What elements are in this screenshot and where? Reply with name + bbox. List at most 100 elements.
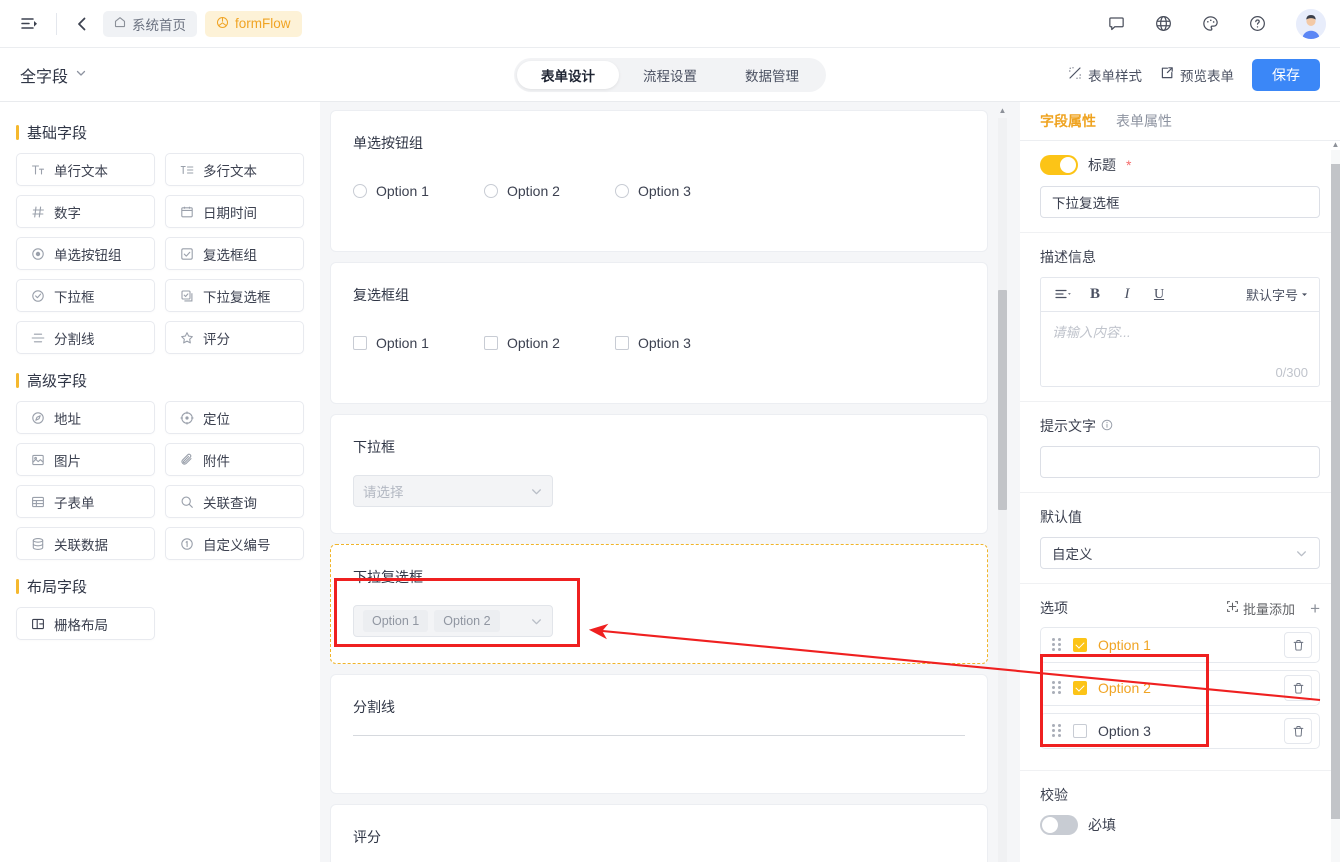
select-input[interactable]: 请选择 <box>353 475 553 507</box>
properties-scroll-track[interactable] <box>1331 150 1340 862</box>
option-row[interactable]: Option 3 <box>1040 713 1320 749</box>
radio-option[interactable]: Option 1 <box>353 183 484 199</box>
options-header: 选项 批量添加 + <box>1040 598 1320 618</box>
tab-form-design[interactable]: 表单设计 <box>517 60 619 89</box>
radio-option[interactable]: Option 2 <box>484 183 615 199</box>
option-checkbox[interactable] <box>1073 638 1087 652</box>
palette-item-label: 复选框组 <box>203 247 257 263</box>
properties-scrollbar[interactable]: ▲ <box>1331 140 1340 862</box>
canvas-scrollbar[interactable]: ▲ <box>998 106 1007 862</box>
option-row[interactable]: Option 1 <box>1040 627 1320 663</box>
drag-handle-icon[interactable] <box>1052 724 1061 738</box>
widget-radio-group[interactable]: 单选按钮组 Option 1 Option 2 Option 3 <box>330 110 988 252</box>
delete-option-button[interactable] <box>1284 632 1312 658</box>
description-textarea[interactable]: 请输入内容... 0/300 <box>1041 312 1319 386</box>
radio-option[interactable]: Option 3 <box>615 183 746 199</box>
back-button[interactable] <box>69 11 95 37</box>
widget-checkbox-group[interactable]: 复选框组 Option 1 Option 2 Option 3 <box>330 262 988 404</box>
palette-item-relation-data[interactable]: 关联数据 <box>16 527 155 560</box>
checkbox-option[interactable]: Option 1 <box>353 335 484 351</box>
tab-field-properties[interactable]: 字段属性 <box>1040 111 1096 131</box>
drag-handle-icon[interactable] <box>1052 638 1061 652</box>
batch-add-button[interactable]: 批量添加 <box>1226 599 1295 618</box>
bold-button[interactable]: B <box>1079 281 1111 309</box>
designer-body: 基础字段 单行文本 多行文本 数字 日期时间 单选按钮组 复选框组 下拉框 下拉… <box>0 102 1340 862</box>
message-icon[interactable] <box>1101 9 1131 39</box>
palette-item-image[interactable]: 图片 <box>16 443 155 476</box>
palette-item-location[interactable]: 定位 <box>165 401 304 434</box>
palette-icon[interactable] <box>1195 9 1225 39</box>
widget-label: 评分 <box>353 829 381 845</box>
required-toggle[interactable] <box>1040 815 1078 835</box>
palette-item-single-line-text[interactable]: 单行文本 <box>16 153 155 186</box>
widget-divider[interactable]: 分割线 <box>330 674 988 794</box>
palette-item-custom-serial[interactable]: 自定义编号 <box>165 527 304 560</box>
form-style-button[interactable]: 表单样式 <box>1068 65 1142 85</box>
palette-item-checkbox-group[interactable]: 复选框组 <box>165 237 304 270</box>
canvas-scroll-track[interactable] <box>998 118 1007 862</box>
title-input[interactable] <box>1040 186 1320 218</box>
properties-scroll-thumb[interactable] <box>1331 164 1340 819</box>
align-icon[interactable] <box>1047 281 1079 309</box>
palette-item-multiselect[interactable]: 下拉复选框 <box>165 279 304 312</box>
scroll-up-arrow-icon[interactable]: ▲ <box>1331 140 1340 150</box>
option-checkbox[interactable] <box>1073 681 1087 695</box>
title-section: 标题 * <box>1020 140 1340 232</box>
hint-label-row: 提示文字 <box>1040 416 1320 436</box>
multiselect-input[interactable]: Option 1 Option 2 <box>353 605 553 637</box>
tab-data-management[interactable]: 数据管理 <box>721 61 823 89</box>
palette-item-label: 下拉框 <box>54 289 95 305</box>
delete-option-button[interactable] <box>1284 718 1312 744</box>
help-icon[interactable] <box>1242 9 1272 39</box>
toolbar-divider <box>56 12 57 35</box>
checkbox-option[interactable]: Option 3 <box>615 335 746 351</box>
user-avatar[interactable] <box>1296 8 1326 39</box>
palette-item-attachment[interactable]: 附件 <box>165 443 304 476</box>
palette-item-rate[interactable]: 评分 <box>165 321 304 354</box>
radio-options: Option 1 Option 2 Option 3 <box>353 183 965 199</box>
tab-process-settings[interactable]: 流程设置 <box>619 61 721 89</box>
widget-select[interactable]: 下拉框 请选择 <box>330 414 988 534</box>
canvas-scroll-thumb[interactable] <box>998 290 1007 510</box>
breadcrumb-item-home[interactable]: 系统首页 <box>103 10 197 37</box>
scroll-up-arrow-icon[interactable]: ▲ <box>998 106 1007 116</box>
form-name-selector[interactable]: 全字段 <box>20 63 87 87</box>
title-visibility-toggle[interactable] <box>1040 155 1078 175</box>
hint-input[interactable] <box>1040 446 1320 478</box>
italic-button[interactable]: I <box>1111 281 1143 309</box>
palette-item-address[interactable]: 地址 <box>16 401 155 434</box>
default-value-select[interactable]: 自定义 <box>1040 537 1320 569</box>
divider-line <box>353 735 965 736</box>
checkbox-option[interactable]: Option 2 <box>484 335 615 351</box>
sidebar-toggle-icon[interactable] <box>14 9 44 39</box>
palette-item-number[interactable]: 数字 <box>16 195 155 228</box>
tab-form-properties[interactable]: 表单属性 <box>1116 111 1172 131</box>
palette-item-datetime[interactable]: 日期时间 <box>165 195 304 228</box>
breadcrumb-label: 系统首页 <box>132 17 186 33</box>
palette-item-relation-query[interactable]: 关联查询 <box>165 485 304 518</box>
palette-group-title-layout: 布局字段 <box>16 576 304 597</box>
palette-item-multi-line-text[interactable]: 多行文本 <box>165 153 304 186</box>
palette-item-select[interactable]: 下拉框 <box>16 279 155 312</box>
palette-item-divider[interactable]: 分割线 <box>16 321 155 354</box>
description-editor[interactable]: B I U 默认字号 请输入内容... 0/300 <box>1040 277 1320 387</box>
underline-button[interactable]: U <box>1143 281 1175 309</box>
palette-item-label: 关联查询 <box>203 495 257 511</box>
widget-multiselect[interactable]: 下拉复选框 Option 1 Option 2 <box>330 544 988 664</box>
option-checkbox[interactable] <box>1073 724 1087 738</box>
drag-handle-icon[interactable] <box>1052 681 1061 695</box>
palette-item-grid-layout[interactable]: 栅格布局 <box>16 607 155 640</box>
globe-icon[interactable] <box>1148 9 1178 39</box>
preview-form-button[interactable]: 预览表单 <box>1160 65 1234 85</box>
palette-item-radio-group[interactable]: 单选按钮组 <box>16 237 155 270</box>
save-button[interactable]: 保存 <box>1252 58 1320 91</box>
breadcrumb-label: formFlow <box>235 16 291 31</box>
palette-item-subform[interactable]: 子表单 <box>16 485 155 518</box>
option-row[interactable]: Option 2 <box>1040 670 1320 706</box>
widget-rate[interactable]: 评分 ☆ ☆ ☆ ☆ ☆ <box>330 804 988 862</box>
breadcrumb-item-formflow[interactable]: formFlow <box>205 10 302 37</box>
plus-icon[interactable]: + <box>1310 600 1320 617</box>
delete-option-button[interactable] <box>1284 675 1312 701</box>
info-icon[interactable] <box>1101 418 1113 434</box>
font-size-selector[interactable]: 默认字号 <box>1246 285 1313 304</box>
